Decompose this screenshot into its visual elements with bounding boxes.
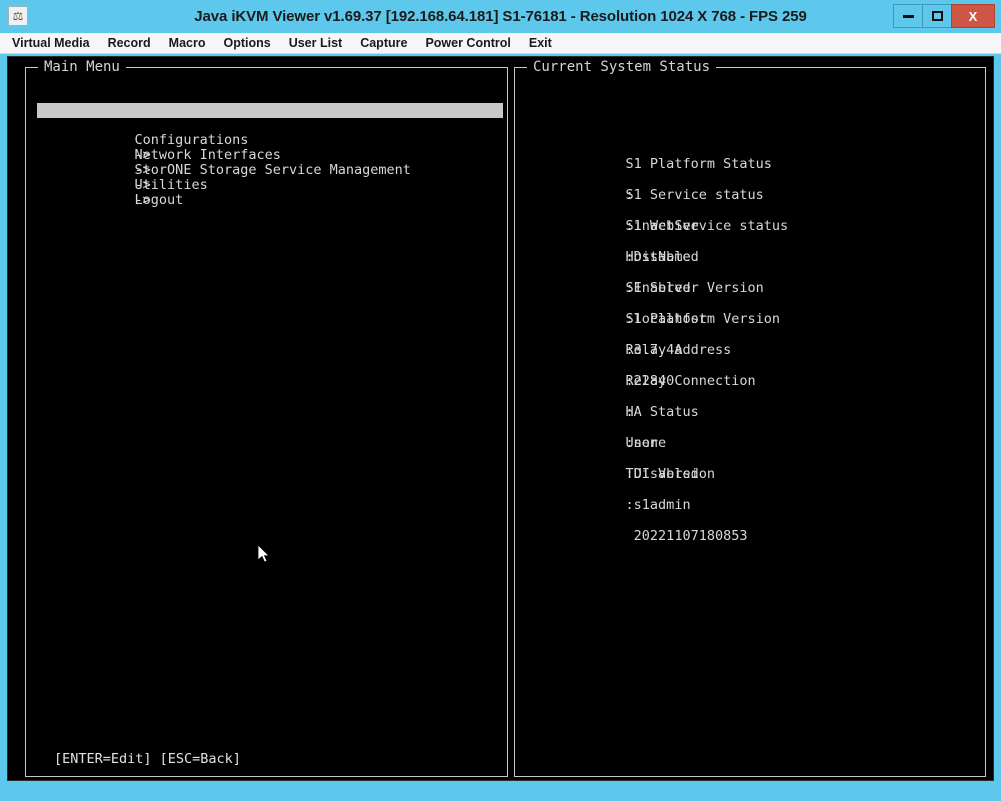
status-key: HA Status [626,397,797,428]
menu-user-list[interactable]: User List [289,36,343,50]
menu-item-utilities[interactable]: Utilities -> [37,163,497,178]
status-separator: : [626,490,634,521]
status-key: HostName [626,242,797,273]
status-key: Relay Address [626,335,797,366]
minimize-icon [903,15,914,18]
minimize-button[interactable] [893,4,923,28]
keyboard-hint: [ENTER=Edit] [ESC=Back] [54,751,241,767]
main-menu-panel-title: Main Menu [38,59,126,75]
menu-options[interactable]: Options [223,36,270,50]
menu-virtual-media[interactable]: Virtual Media [12,36,90,50]
menu-exit[interactable]: Exit [529,36,552,50]
maximize-icon [932,11,943,21]
system-status-panel-title: Current System Status [527,59,716,75]
title-bar: ⚖ Java iKVM Viewer v1.69.37 [192.168.64.… [0,0,1001,33]
status-key: TUI Version [626,459,797,490]
menu-power-control[interactable]: Power Control [425,36,510,50]
window-title: Java iKVM Viewer v1.69.37 [192.168.64.18… [0,0,1001,33]
menu-item-network-interfaces[interactable]: Network Interfaces -> [37,133,497,148]
kvm-console-frame: Main Menu System Status Configurations -… [7,56,994,781]
window-controls: X [894,4,995,28]
maximize-button[interactable] [922,4,952,28]
menu-capture[interactable]: Capture [360,36,407,50]
system-status-panel: Current System Status S1 Platform Status… [514,67,986,777]
status-key: S1 WebService status [626,211,797,242]
status-key: User [626,428,797,459]
menu-item-storone-storage-service-management[interactable]: StorONE Storage Service Management -> [37,148,497,163]
kvm-console-screen[interactable]: Main Menu System Status Configurations -… [8,57,993,780]
close-button[interactable]: X [951,4,995,28]
menu-item-system-status[interactable]: System Status [37,103,503,118]
status-key: S1 Service status [626,180,797,211]
menu-item-label: Logout [135,193,184,208]
ikvm-viewer-window: ⚖ Java iKVM Viewer v1.69.37 [192.168.64.… [0,0,1001,801]
menu-record[interactable]: Record [108,36,151,50]
status-key: S1 Platform Version [626,304,797,335]
main-menu-list: System Status Configurations -> Network … [37,103,497,193]
status-key: Relay Connection [626,366,797,397]
menu-item-logout[interactable]: Logout [37,178,497,193]
window-bottom-frame [0,787,1001,801]
status-key: S1 Platform Status [626,149,797,180]
menu-bar: Virtual Media Record Macro Options User … [0,33,1001,54]
main-menu-panel: Main Menu System Status Configurations -… [25,67,508,777]
status-row-s1-platform-status: S1 Platform Status : inactive [528,118,968,149]
system-status-list: S1 Platform Status : inactive S1 Service… [528,118,968,459]
menu-item-configurations[interactable]: Configurations -> [37,118,497,133]
status-key: S1 Server Version [626,273,797,304]
menu-macro[interactable]: Macro [169,36,206,50]
status-value: 20221107180853 [626,521,748,552]
status-value: s1admin [626,490,691,521]
